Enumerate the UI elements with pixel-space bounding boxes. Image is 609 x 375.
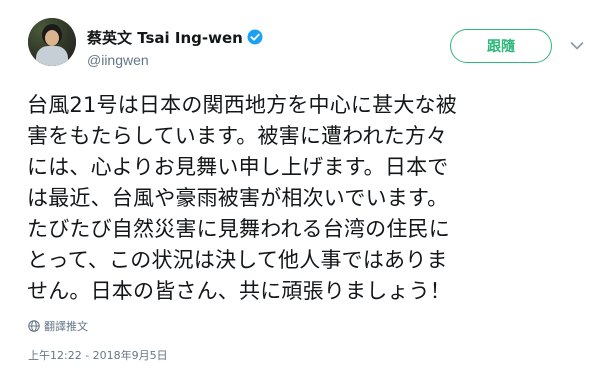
avatar[interactable]	[28, 18, 76, 66]
translate-tweet-link[interactable]: 翻譯推文	[28, 318, 88, 334]
avatar-face	[45, 30, 59, 46]
tweet-text-line: には、心よりお見舞い申し上げます。日本で	[27, 155, 449, 179]
tweet-text-line: 害をもたらしています。被害に遭われた方々	[27, 124, 448, 148]
avatar-body	[36, 46, 68, 66]
tweet-text-line: せん。日本の皆さん、共に頑張りましょう！	[27, 279, 451, 303]
tweet-text: 台風21号は日本の関西地方を中心に甚大な被 害をもたらしています。被害に遭われた…	[27, 90, 587, 307]
chevron-down-icon[interactable]	[567, 36, 587, 56]
follow-button[interactable]: 跟隨	[450, 29, 552, 63]
author-name-row[interactable]: 蔡英文 Tsai Ing-wen	[87, 27, 263, 47]
author-username[interactable]: @iingwen	[87, 52, 149, 68]
tweet-timestamp[interactable]: 上午12:22 - 2018年9月5日	[28, 347, 168, 363]
globe-icon	[28, 317, 40, 336]
tweet-text-line: 台風21号は日本の関西地方を中心に甚大な被	[27, 93, 457, 117]
tweet-header: 蔡英文 Tsai Ing-wen @iingwen 跟隨	[0, 0, 609, 90]
tweet-text-line: とって、この状況は決して他人事ではありま	[27, 248, 448, 272]
tweet-card: 蔡英文 Tsai Ing-wen @iingwen 跟隨 台風21号は日本の関西…	[0, 0, 609, 375]
tweet-text-line: は最近、台風や豪雨被害が相次いでいます。	[27, 186, 449, 210]
author-fullname[interactable]: 蔡英文 Tsai Ing-wen	[87, 27, 243, 48]
translate-label[interactable]: 翻譯推文	[44, 318, 88, 334]
tweet-text-line: たびたび自然災害に見舞われる台湾の住民に	[27, 217, 450, 241]
verified-badge-icon	[247, 29, 263, 45]
